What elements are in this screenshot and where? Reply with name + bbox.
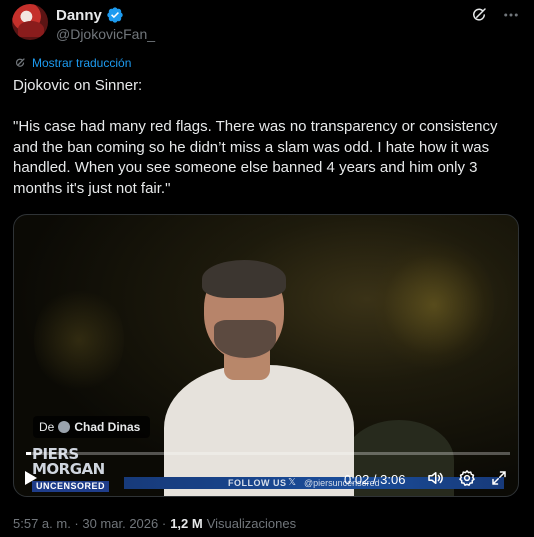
video-source-tag[interactable]: De Chad Dinas (33, 416, 151, 438)
source-name[interactable]: Chad Dinas (74, 420, 140, 434)
author-handle[interactable]: @DjokovicFan_ (56, 26, 155, 42)
video-progress-bar[interactable] (26, 452, 510, 455)
grok-icon[interactable] (470, 6, 488, 24)
author-name[interactable]: Danny (56, 7, 102, 24)
top-actions (470, 6, 520, 24)
tweet-text: Djokovic on Sinner: "His case had many r… (13, 77, 498, 197)
tweet: Danny @DjokovicFan_ Mostrar traducción D… (0, 0, 534, 537)
more-icon[interactable] (502, 6, 520, 24)
video-controls: 0:02 / 3:06 (14, 463, 518, 493)
verified-badge-icon (107, 7, 123, 23)
volume-icon[interactable] (426, 469, 444, 487)
views-count: 1,2 M (170, 516, 203, 531)
source-avatar (58, 421, 71, 433)
settings-icon[interactable] (458, 469, 476, 487)
tweet-meta: 5:57 a. m. · 30 mar. 2026 · 1,2 M Visual… (13, 516, 296, 531)
translate-icon (15, 58, 25, 67)
play-icon[interactable] (24, 470, 38, 486)
source-prefix: De (39, 420, 55, 434)
timestamp[interactable]: 5:57 a. m. · 30 mar. 2026 · (13, 516, 166, 531)
avatar[interactable] (12, 4, 48, 40)
views-label: Visualizaciones (206, 516, 297, 531)
video-time: 0:02 / 3:06 (344, 472, 406, 487)
fullscreen-icon[interactable] (490, 469, 508, 487)
author-name-row: Danny (56, 6, 124, 24)
video-player[interactable]: De Chad Dinas PIERS MORGAN UNCENSORED FO… (13, 214, 519, 497)
video-progress-fill (26, 452, 32, 455)
translate-label[interactable]: Mostrar traducción (32, 56, 131, 70)
translate-link[interactable]: Mostrar traducción (14, 56, 131, 70)
